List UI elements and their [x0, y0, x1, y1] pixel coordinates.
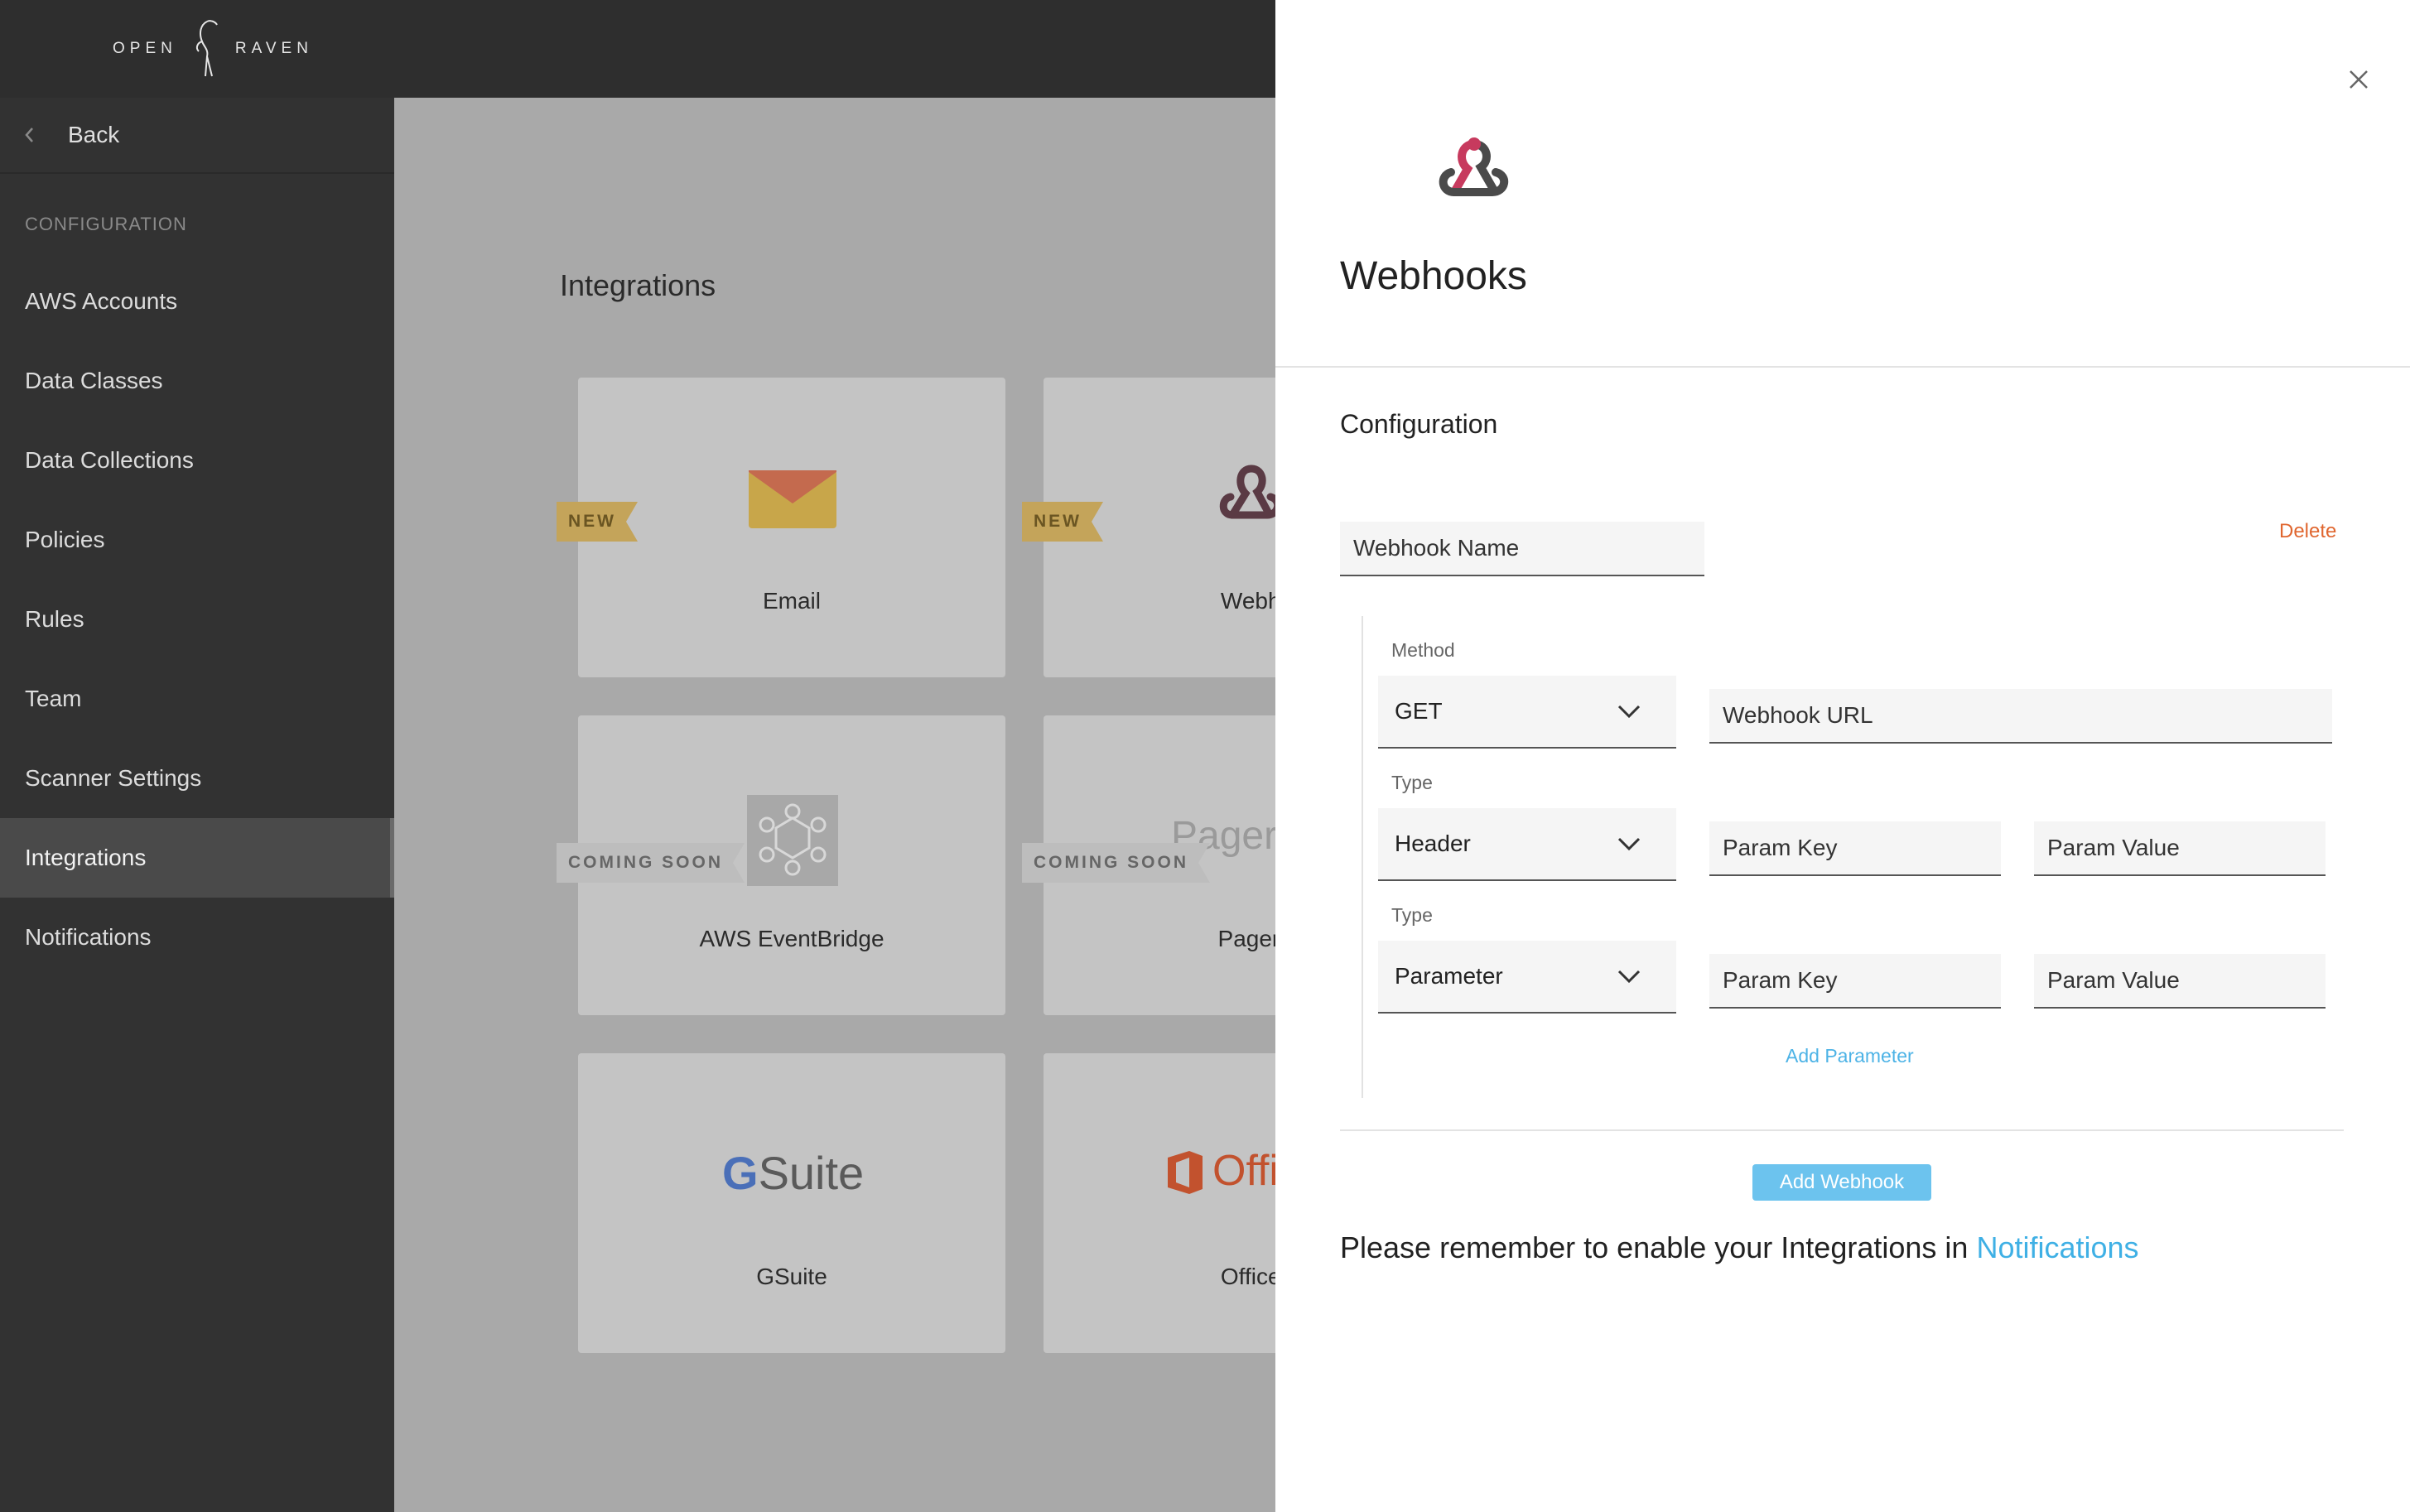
- param-key-input[interactable]: [1723, 967, 2001, 994]
- logo-word-open: OPEN: [113, 40, 177, 57]
- webhook-icon: [1439, 137, 1508, 196]
- param-value-input[interactable]: [2047, 967, 2326, 994]
- page-title: Integrations: [560, 268, 716, 302]
- add-webhook-button[interactable]: Add Webhook: [1752, 1164, 1931, 1201]
- reminder-text: Please remember to enable your Integrati…: [1340, 1230, 1969, 1264]
- card-label: PagerD: [1217, 926, 1275, 951]
- webhook-name-field[interactable]: [1340, 522, 1704, 576]
- sidebar-item-label: AWS Accounts: [25, 288, 178, 314]
- param-key-field[interactable]: [1709, 821, 2001, 876]
- method-select[interactable]: GET: [1378, 676, 1676, 749]
- section-label-configuration: CONFIGURATION: [25, 214, 187, 234]
- drawer-title: Webhooks: [1340, 254, 1527, 298]
- param-value-input[interactable]: [2047, 835, 2326, 861]
- webhook-name-input[interactable]: [1353, 535, 1704, 561]
- back-label: Back: [68, 122, 120, 147]
- type-select-value: Header: [1395, 831, 1471, 856]
- chevron-down-icon: [1617, 970, 1641, 984]
- card-label: AWS EventBridge: [699, 926, 884, 951]
- webhook-url-input[interactable]: [1723, 702, 2332, 729]
- sidebar-item-label: Scanner Settings: [25, 765, 202, 791]
- card-label: Webho: [1220, 588, 1275, 614]
- integration-card-email[interactable]: Email: [578, 378, 1005, 677]
- sidebar-item-notifications[interactable]: Notifications: [0, 898, 394, 977]
- gsuite-logo-text: Suite: [758, 1147, 865, 1199]
- integrations-page: Integrations Email NEW Webho NEW: [394, 98, 1275, 1512]
- divider: [1340, 1129, 2344, 1131]
- param-key-input[interactable]: [1723, 835, 2001, 861]
- sidebar-item-label: Rules: [25, 606, 84, 632]
- gsuite-g-letter: G: [722, 1147, 759, 1199]
- webhook-icon: [1219, 465, 1275, 519]
- webhooks-drawer: Webhooks Configuration Delete Method GET…: [1275, 0, 2410, 1512]
- sidebar-item-label: Team: [25, 686, 82, 711]
- office-logo-text: Offic: [1212, 1147, 1275, 1195]
- sidebar-item-rules[interactable]: Rules: [0, 580, 394, 659]
- chevron-down-icon: [1617, 705, 1641, 719]
- sidebar-item-label: Data Classes: [25, 368, 163, 393]
- card-label: Office3: [1220, 1264, 1275, 1289]
- chevron-down-icon: [1617, 837, 1641, 851]
- sidebar-item-integrations[interactable]: Integrations: [0, 818, 394, 898]
- sidebar-item-label: Policies: [25, 527, 105, 552]
- param-value-field[interactable]: [2034, 821, 2326, 876]
- chevron-left-icon: [25, 128, 33, 142]
- configuration-heading: Configuration: [1340, 409, 1498, 439]
- notifications-reminder: Please remember to enable your Integrati…: [1340, 1230, 2139, 1265]
- logo-word-raven: RAVEN: [234, 40, 313, 57]
- param-key-field[interactable]: [1709, 954, 2001, 1009]
- type-select-parameter[interactable]: Parameter: [1378, 941, 1676, 1014]
- divider: [1275, 366, 2410, 368]
- method-select-value: GET: [1395, 698, 1443, 724]
- back-button[interactable]: Back: [0, 98, 394, 174]
- sidebar-nav: AWS Accounts Data Classes Data Collectio…: [0, 262, 394, 977]
- type-select-header[interactable]: Header: [1378, 808, 1676, 881]
- type-select-value: Parameter: [1395, 963, 1503, 989]
- coming-soon-badge: COMING SOON: [1022, 843, 1210, 883]
- webhook-url-field[interactable]: [1709, 689, 2332, 744]
- sidebar-item-scanner-settings[interactable]: Scanner Settings: [0, 739, 394, 818]
- sidebar-item-policies[interactable]: Policies: [0, 500, 394, 580]
- coming-soon-badge: COMING SOON: [557, 843, 745, 883]
- sidebar-item-label: Integrations: [25, 845, 147, 870]
- new-badge: NEW: [557, 502, 638, 542]
- top-bar: OPEN RAVEN: [0, 0, 1275, 98]
- param-value-field[interactable]: [2034, 954, 2326, 1009]
- type-label: Type: [1391, 904, 1433, 926]
- open-raven-logo[interactable]: OPEN RAVEN: [113, 18, 313, 79]
- raven-icon: [195, 20, 218, 77]
- sidebar-item-aws-accounts[interactable]: AWS Accounts: [0, 262, 394, 341]
- integration-card-gsuite[interactable]: GSuite GSuite: [578, 1053, 1005, 1353]
- card-label: GSuite: [756, 1264, 827, 1289]
- sidebar-item-team[interactable]: Team: [0, 659, 394, 739]
- method-label: Method: [1391, 639, 1455, 661]
- add-parameter-link[interactable]: Add Parameter: [1786, 1045, 1914, 1067]
- sidebar-item-label: Notifications: [25, 924, 152, 950]
- office-icon: [1168, 1151, 1203, 1194]
- notifications-link[interactable]: Notifications: [1976, 1230, 2138, 1264]
- sidebar-item-data-collections[interactable]: Data Collections: [0, 421, 394, 500]
- integration-card-office365[interactable]: Offic Office3: [1044, 1053, 1275, 1353]
- close-icon[interactable]: [2344, 65, 2374, 94]
- sidebar-item-data-classes[interactable]: Data Classes: [0, 341, 394, 421]
- new-badge: NEW: [1022, 502, 1103, 542]
- type-label: Type: [1391, 772, 1433, 793]
- sidebar-item-label: Data Collections: [25, 447, 194, 473]
- eventbridge-icon: [747, 795, 838, 886]
- sidebar: Back CONFIGURATION AWS Accounts Data Cla…: [0, 98, 394, 1512]
- delete-link[interactable]: Delete: [2279, 520, 2336, 543]
- card-label: Email: [762, 588, 821, 614]
- group-indent-line: [1362, 616, 1363, 1098]
- envelope-icon: [749, 470, 836, 528]
- gsuite-logo: GSuite: [722, 1146, 864, 1200]
